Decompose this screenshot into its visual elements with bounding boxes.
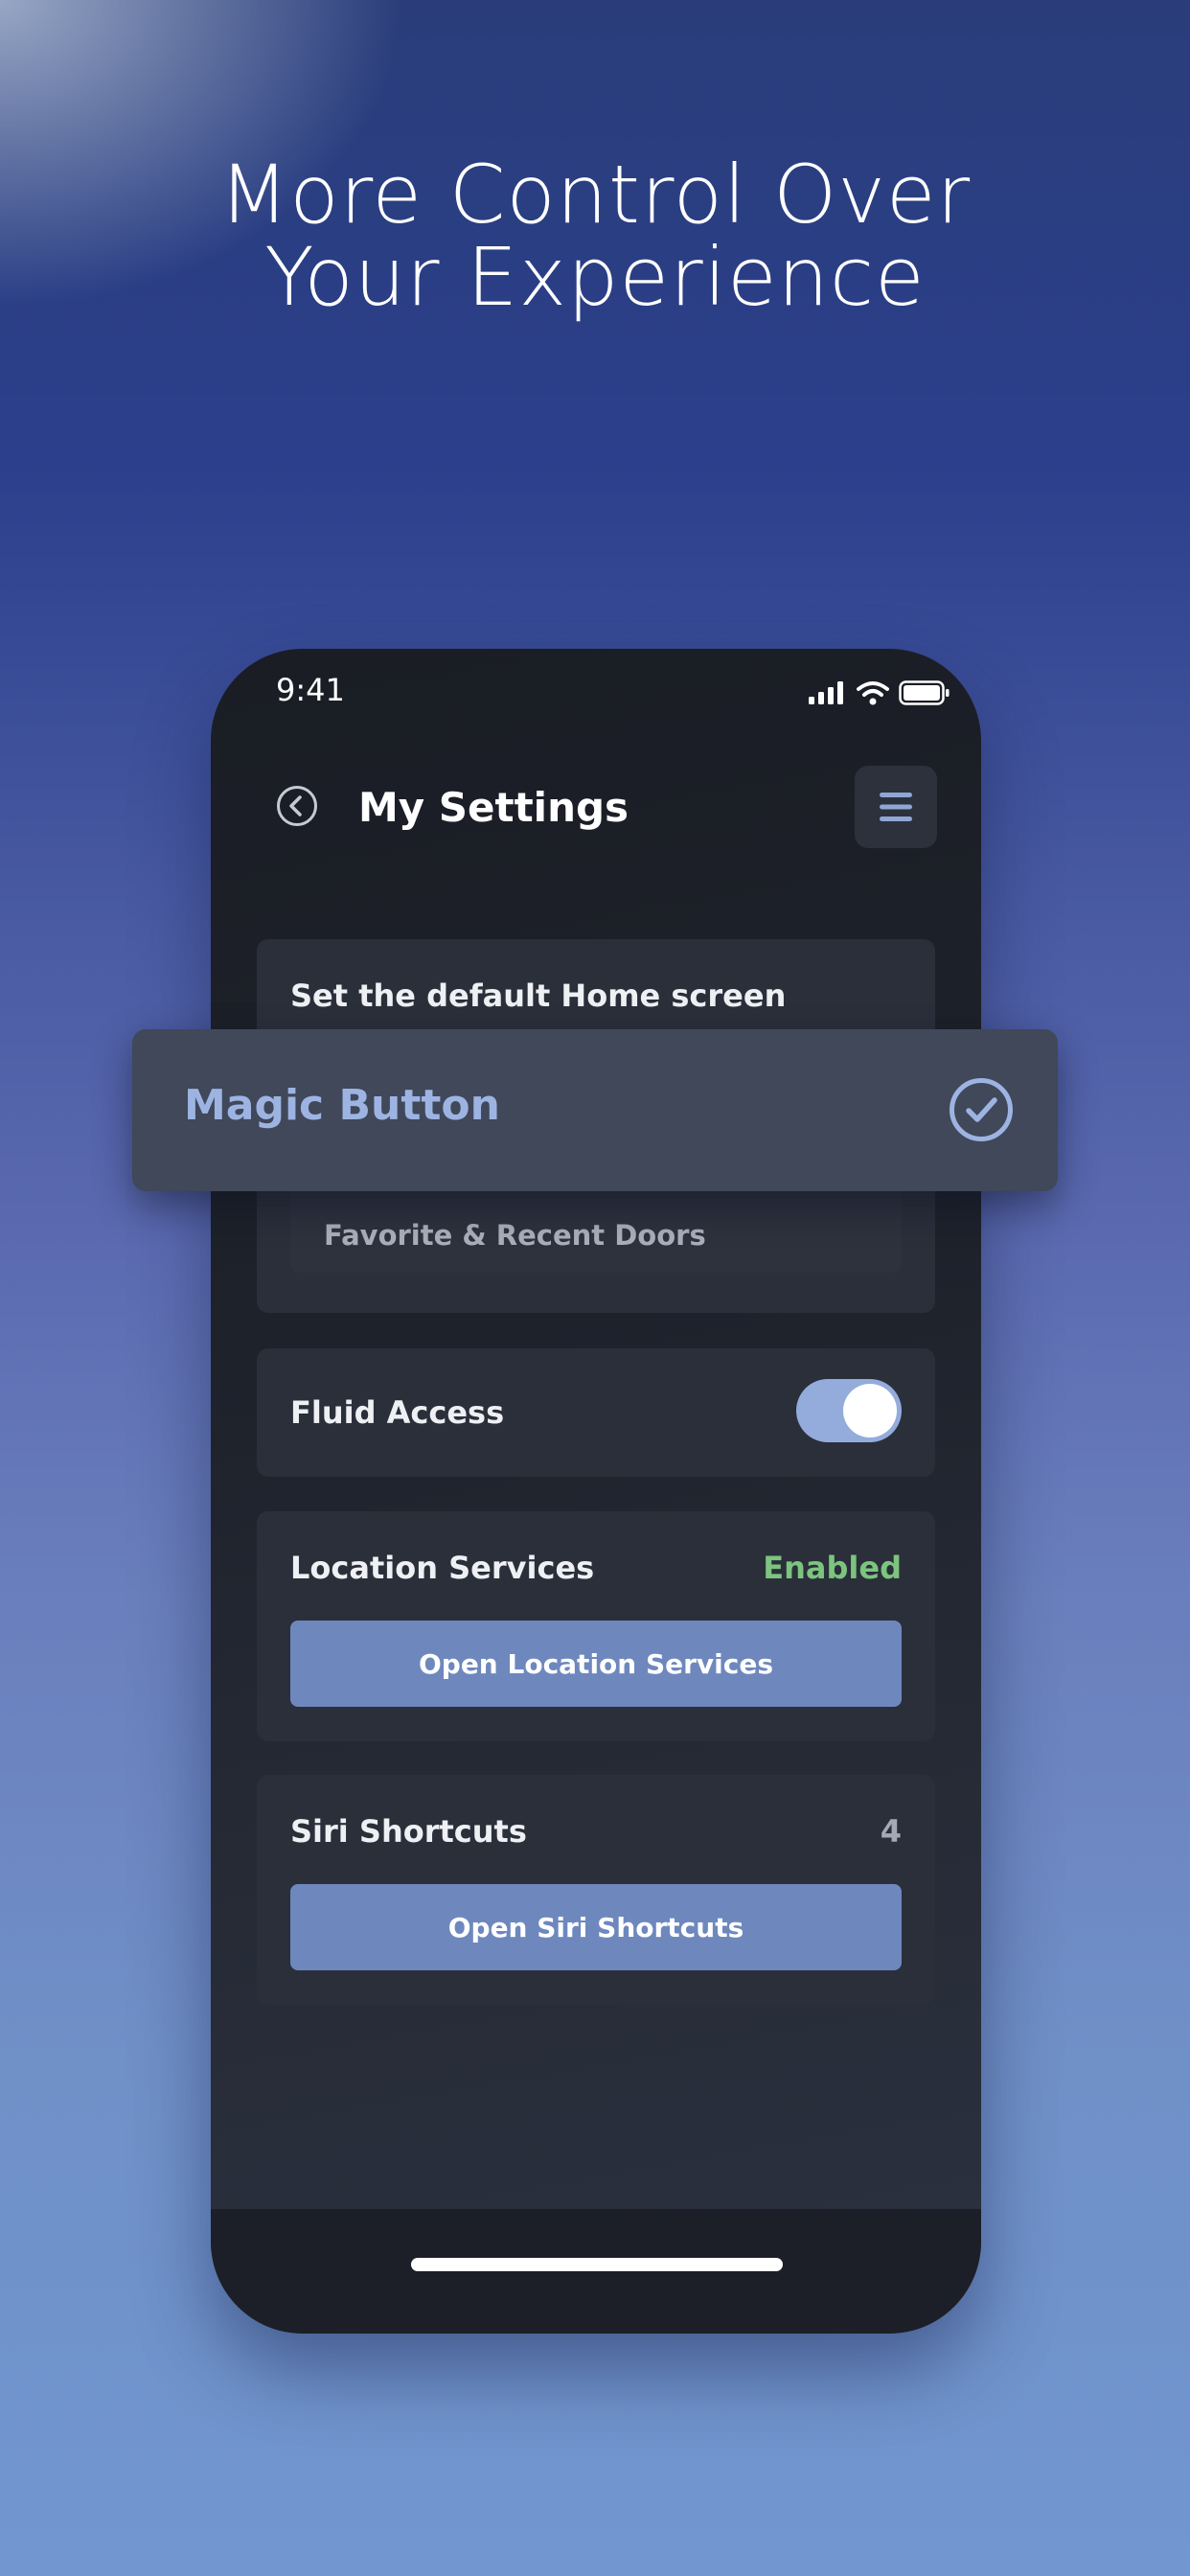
fluid-access-label: Fluid Access (290, 1394, 505, 1431)
option-favorite-recent-doors-label: Favorite & Recent Doors (324, 1219, 706, 1252)
headline-line-1: More Control Over (218, 148, 972, 242)
page-title: My Settings (358, 784, 629, 831)
open-siri-shortcuts-button[interactable]: Open Siri Shortcuts (290, 1884, 902, 1970)
home-screen-setting-label: Set the default Home screen (290, 978, 787, 1014)
battery-icon (899, 680, 950, 705)
open-location-services-button[interactable]: Open Location Services (290, 1621, 902, 1707)
status-time: 9:41 (276, 672, 345, 708)
siri-shortcuts-label: Siri Shortcuts (290, 1813, 527, 1850)
status-icons (809, 680, 950, 705)
siri-shortcuts-count: 4 (880, 1813, 902, 1850)
hamburger-menu-icon (880, 793, 912, 821)
check-circle-icon (950, 1078, 1013, 1141)
location-services-card: Location Services Enabled Open Location … (257, 1511, 935, 1741)
fluid-access-toggle[interactable] (796, 1379, 902, 1442)
phone-frame: 9:41 My Settings Set the default Home sc… (211, 649, 981, 2334)
location-services-label: Location Services (290, 1550, 595, 1586)
cellular-signal-icon (809, 681, 843, 704)
phone-bottom-bar (211, 2209, 981, 2334)
wifi-icon (857, 681, 889, 705)
headline: More Control Over Your Experience (0, 153, 1190, 318)
siri-shortcuts-card: Siri Shortcuts 4 Open Siri Shortcuts (257, 1775, 935, 2005)
location-services-status: Enabled (763, 1550, 902, 1586)
back-circle-chevron-icon (277, 786, 317, 826)
toggle-knob (843, 1384, 897, 1438)
magic-button-label: Magic Button (184, 1081, 500, 1130)
headline-line-2: Your Experience (264, 230, 926, 324)
home-indicator[interactable] (411, 2258, 783, 2271)
magic-button-option[interactable]: Magic Button (132, 1029, 1058, 1191)
menu-button[interactable] (855, 766, 937, 848)
back-button[interactable] (276, 785, 318, 827)
fluid-access-card: Fluid Access (257, 1348, 935, 1477)
